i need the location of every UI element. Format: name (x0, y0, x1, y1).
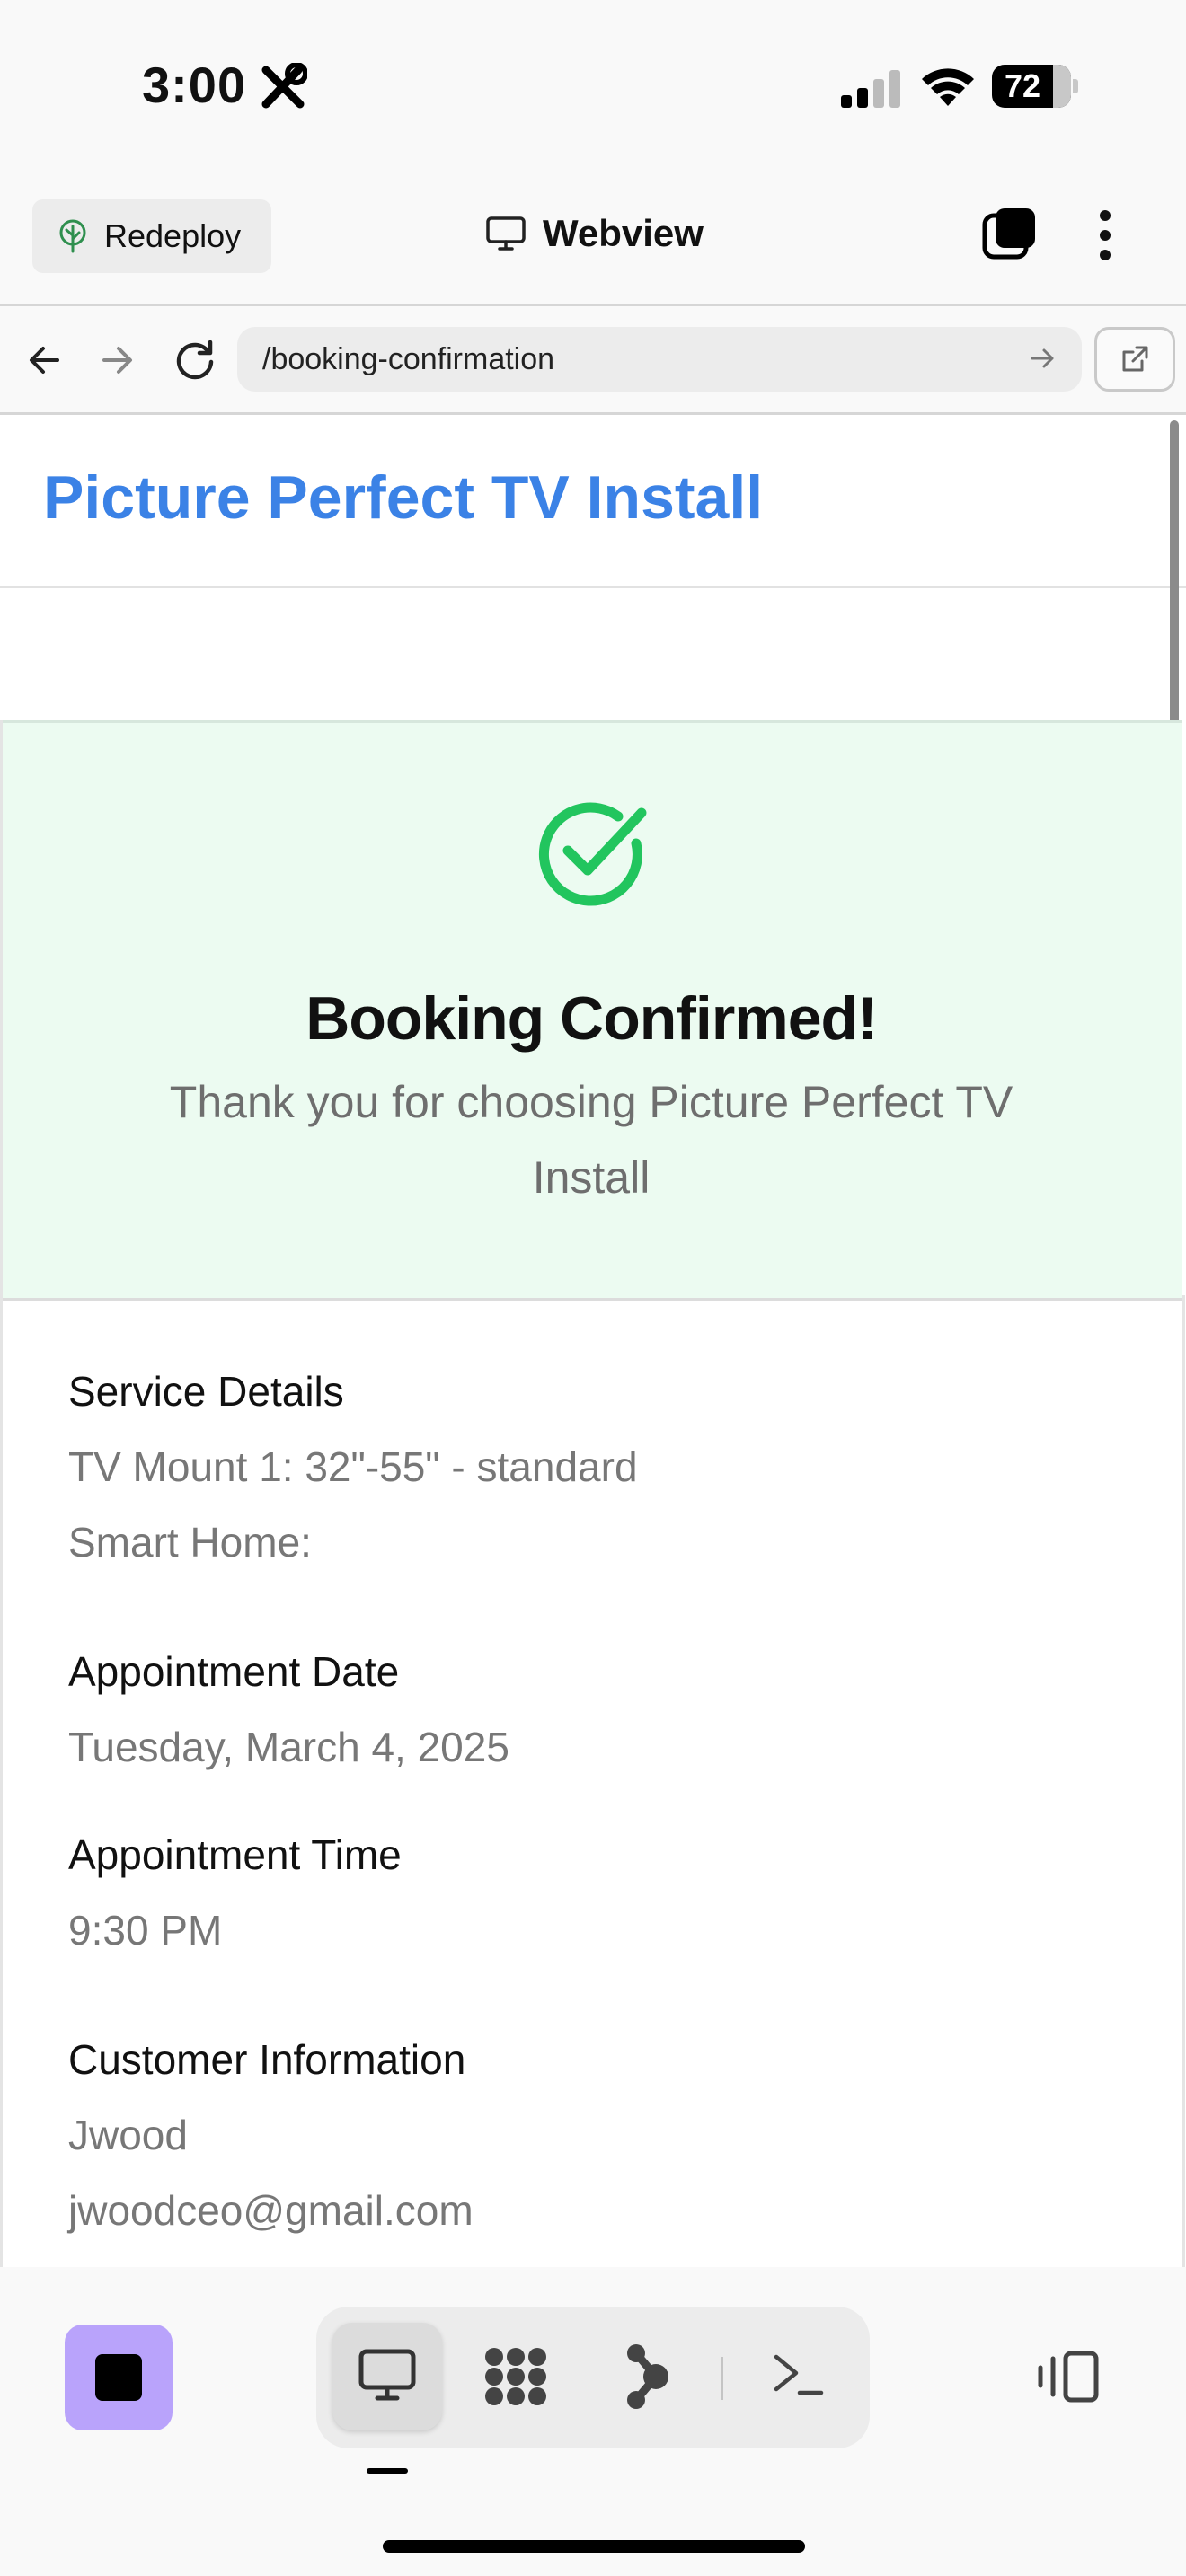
customer-email: jwoodceo@gmail.com (68, 2187, 474, 2234)
tree-icon (59, 219, 86, 253)
reload-icon[interactable] (173, 338, 217, 383)
desktop-icon[interactable] (358, 2348, 417, 2404)
stop-button[interactable] (65, 2325, 173, 2430)
card-right-border (1182, 1295, 1185, 2267)
more-menu-icon[interactable] (1096, 208, 1114, 262)
confirmation-subtitle: Thank you for choosing Picture Perfect T… (169, 1077, 1013, 1203)
confirmation-title: Booking Confirmed! (305, 984, 878, 1053)
monitor-icon (486, 216, 526, 251)
redeploy-button[interactable]: Redeploy (32, 199, 271, 273)
customer-info-label: Customer Information (68, 2036, 466, 2083)
webview-title-label: Webview (543, 212, 704, 254)
agent-icon[interactable] (622, 2342, 672, 2411)
customer-name: Jwood (68, 2112, 188, 2158)
battery-icon: 72 (992, 65, 1071, 108)
wifi-icon (922, 68, 974, 106)
url-path: /booking-confirmation (262, 341, 555, 376)
webview-content: Picture Perfect TV Install Booking Confi… (0, 415, 1186, 2267)
app-bar-divider (0, 304, 1186, 306)
forward-icon[interactable] (99, 341, 137, 379)
header-divider (0, 586, 1186, 588)
terminal-icon[interactable] (771, 2350, 825, 2400)
redeploy-label: Redeploy (104, 217, 242, 254)
signal-icon (841, 70, 900, 108)
battery-level: 72 (1004, 67, 1041, 104)
webview-title: Webview (485, 212, 704, 255)
card-left-border (0, 720, 3, 2267)
confirmation-banner: Booking Confirmed! Thank you for choosin… (0, 720, 1182, 1301)
status-time: 3:00 (142, 57, 247, 113)
apps-icon[interactable] (482, 2344, 550, 2409)
back-icon[interactable] (25, 341, 63, 379)
appointment-date-value: Tuesday, March 4, 2025 (68, 1724, 509, 1770)
tools-icon (261, 63, 307, 109)
switcher-divider (721, 2357, 723, 2400)
appointment-time-label: Appointment Time (68, 1831, 402, 1878)
open-external-button[interactable] (1094, 327, 1175, 392)
stop-icon (95, 2354, 142, 2401)
check-circle-icon (538, 802, 647, 906)
service-item: Smart Home: (68, 1519, 312, 1566)
site-title[interactable]: Picture Perfect TV Install (43, 463, 763, 533)
battery-tip (1073, 79, 1078, 93)
service-item: TV Mount 1: 32"-55" - standard (68, 1443, 638, 1490)
home-indicator[interactable] (383, 2540, 805, 2553)
tabs-icon[interactable] (981, 205, 1039, 262)
active-tab-indicator (367, 2468, 408, 2474)
panel-toggle-icon[interactable] (1033, 2350, 1102, 2404)
appointment-time-value: 9:30 PM (68, 1907, 223, 1954)
go-arrow-icon[interactable] (1028, 343, 1058, 374)
appointment-date-label: Appointment Date (68, 1648, 400, 1695)
service-details-label: Service Details (68, 1368, 344, 1415)
external-link-icon (1122, 346, 1148, 372)
url-field[interactable]: /booking-confirmation (237, 327, 1082, 392)
